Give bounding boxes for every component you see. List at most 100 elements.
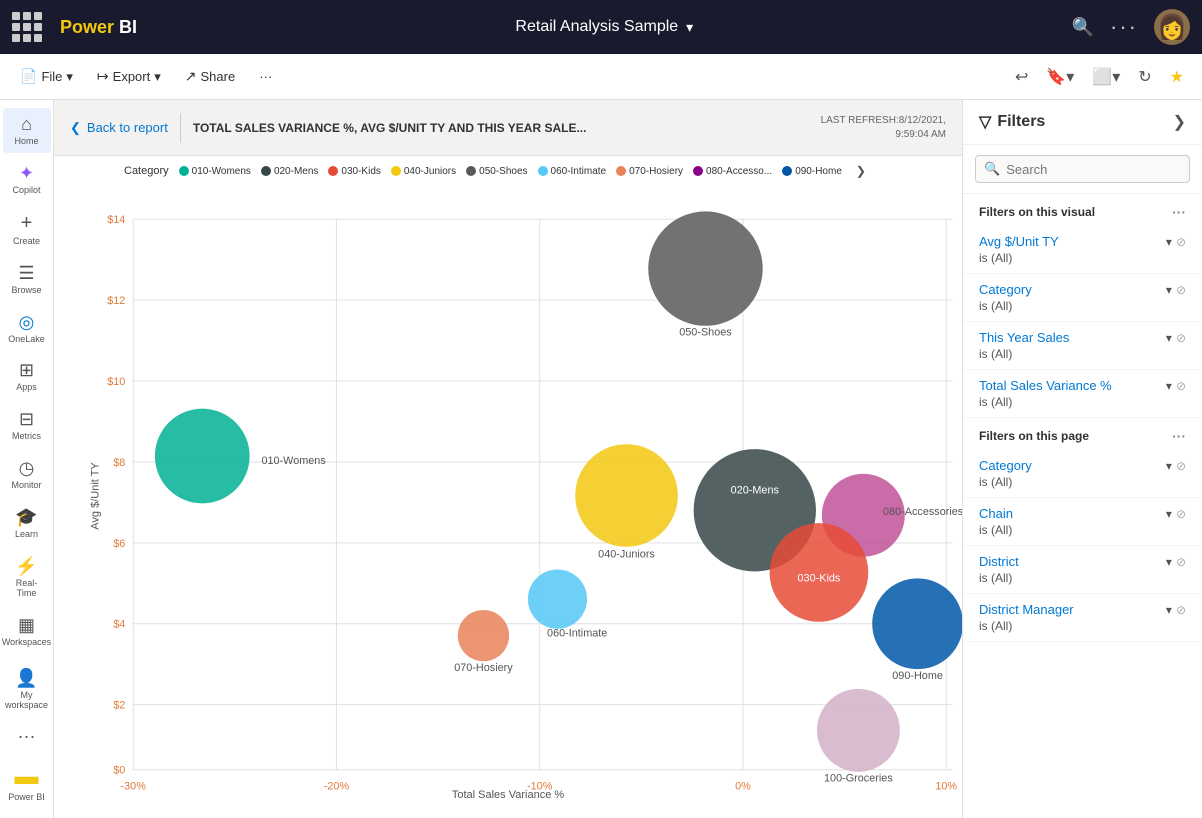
sidebar-item-home[interactable]: ⌂ Home (3, 108, 51, 153)
filter-category-page-clear[interactable]: ⊘ (1176, 459, 1186, 473)
export-button[interactable]: ↦ Export ▾ (89, 64, 169, 89)
search-icon[interactable]: 🔍 (1072, 17, 1094, 38)
sidebar-item-copilot[interactable]: ✦ Copilot (3, 157, 51, 202)
filter-category-page[interactable]: Category ▾ ⊘ is (All) (963, 450, 1202, 498)
svg-text:$8: $8 (113, 457, 125, 469)
more-options-icon[interactable]: ··· (1110, 14, 1138, 40)
filters-expand-icon[interactable]: ❯ (1173, 112, 1186, 132)
filter-category-visual-clear[interactable]: ⊘ (1176, 283, 1186, 297)
view-button[interactable]: ⬜▾ (1086, 63, 1126, 91)
svg-text:010-Womens: 010-Womens (261, 455, 326, 467)
filter-chain-value: is (All) (979, 523, 1186, 537)
bookmark-button[interactable]: 🔖▾ (1040, 63, 1080, 91)
filter-category-visual-chevron[interactable]: ▾ (1166, 283, 1172, 297)
bubble-050-shoes[interactable] (648, 211, 762, 325)
sidebar-item-my-workspace[interactable]: 👤 Myworkspace (3, 662, 51, 717)
legend-dot-070 (616, 166, 626, 176)
filter-district-manager-chevron[interactable]: ▾ (1166, 603, 1172, 617)
bubble-040-juniors[interactable] (575, 444, 678, 547)
svg-text:$6: $6 (113, 538, 125, 550)
filter-avg-unit-ty-value: is (All) (979, 251, 1186, 265)
filter-chain-chevron[interactable]: ▾ (1166, 507, 1172, 521)
sidebar-item-metrics[interactable]: ⊟ Metrics (3, 403, 51, 448)
sidebar-label-create: Create (13, 237, 40, 247)
filter-this-year-sales-chevron[interactable]: ▾ (1166, 331, 1172, 345)
copilot-icon: ✦ (19, 163, 34, 184)
legend-item-030: 030-Kids (328, 166, 380, 177)
filter-district[interactable]: District ▾ ⊘ is (All) (963, 546, 1202, 594)
filter-search-input[interactable] (1006, 162, 1181, 177)
legend-label-020: 020-Mens (274, 166, 318, 177)
filter-total-sales-variance-chevron[interactable]: ▾ (1166, 379, 1172, 393)
filter-this-year-sales[interactable]: This Year Sales ▾ ⊘ is (All) (963, 322, 1202, 370)
filter-district-manager-name: District Manager (979, 602, 1074, 617)
sidebar-item-create[interactable]: + Create (3, 206, 51, 253)
filter-total-sales-variance-name: Total Sales Variance % (979, 378, 1112, 393)
sidebar-item-more[interactable]: ··· (3, 720, 51, 753)
filters-on-visual-more[interactable]: ··· (1172, 204, 1186, 220)
metrics-icon: ⊟ (19, 409, 34, 430)
filter-category-visual[interactable]: Category ▾ ⊘ is (All) (963, 274, 1202, 322)
legend-dot-020 (261, 166, 271, 176)
sidebar-item-powerbi[interactable]: ▬ Power BI (3, 757, 51, 809)
bubble-090-home[interactable] (872, 578, 962, 669)
filter-funnel-icon: ▽ (979, 112, 991, 132)
filter-this-year-sales-clear[interactable]: ⊘ (1176, 331, 1186, 345)
share-button[interactable]: ↗ Share (177, 64, 243, 89)
back-to-report-button[interactable]: ❮ Back to report (70, 120, 168, 136)
favorite-button[interactable]: ★ (1164, 63, 1190, 91)
sidebar-label-browse: Browse (11, 286, 41, 296)
sidebar-item-onelake[interactable]: ◎ OneLake (3, 306, 51, 351)
sidebar-item-apps[interactable]: ⊞ Apps (3, 354, 51, 399)
avatar[interactable]: 👩 (1154, 9, 1190, 45)
legend-dot-050 (466, 166, 476, 176)
sidebar-item-monitor[interactable]: ◷ Monitor (3, 452, 51, 497)
sidebar-item-realtime[interactable]: ⚡ Real-Time (3, 550, 51, 605)
filter-district-chevron[interactable]: ▾ (1166, 555, 1172, 569)
search-box: 🔍 (975, 155, 1190, 183)
filter-avg-unit-ty-chevron[interactable]: ▾ (1166, 235, 1172, 249)
refresh-button[interactable]: ↻ (1132, 63, 1157, 91)
back-chevron-icon: ❮ (70, 120, 81, 136)
filter-category-page-chevron[interactable]: ▾ (1166, 459, 1172, 473)
create-icon: + (21, 212, 33, 235)
filter-chain-clear[interactable]: ⊘ (1176, 507, 1186, 521)
filter-avg-unit-ty-clear[interactable]: ⊘ (1176, 235, 1186, 249)
bubble-100-groceries[interactable] (817, 689, 900, 772)
filter-district-manager-clear[interactable]: ⊘ (1176, 603, 1186, 617)
last-refresh: LAST REFRESH:8/12/2021, 9:59:04 AM (821, 114, 946, 142)
toolbar-more-icon: ··· (259, 69, 272, 84)
filters-on-page-more[interactable]: ··· (1172, 428, 1186, 444)
bubble-070-hosiery[interactable] (458, 610, 509, 661)
undo-button[interactable]: ↩ (1009, 63, 1034, 91)
bubble-010-womens[interactable] (155, 409, 250, 504)
filters-panel: ▽ Filters ❯ 🔍 Filters on this visual ···… (962, 100, 1202, 818)
file-button[interactable]: 📄 File ▾ (12, 64, 81, 89)
filter-total-sales-variance-clear[interactable]: ⊘ (1176, 379, 1186, 393)
sidebar-item-learn[interactable]: 🎓 Learn (3, 501, 51, 546)
sidebar-label-learn: Learn (15, 530, 38, 540)
svg-text:050-Shoes: 050-Shoes (679, 327, 732, 339)
filter-avg-unit-ty[interactable]: Avg $/Unit TY ▾ ⊘ is (All) (963, 226, 1202, 274)
title-chevron[interactable]: ▾ (686, 19, 693, 36)
sidebar-item-browse[interactable]: ☰ Browse (3, 257, 51, 302)
sidebar-item-workspaces[interactable]: ▦ Workspaces (3, 609, 51, 654)
nav-right: 🔍 ··· 👩 (1072, 9, 1190, 45)
last-refresh-date: LAST REFRESH:8/12/2021, (821, 114, 946, 128)
search-magnifier-icon: 🔍 (984, 161, 1000, 177)
filter-avg-unit-ty-name: Avg $/Unit TY (979, 234, 1059, 249)
filter-chain[interactable]: Chain ▾ ⊘ is (All) (963, 498, 1202, 546)
chart-container: Category 010-Womens 020-Mens 030-Kids 04… (54, 156, 962, 818)
filter-district-manager[interactable]: District Manager ▾ ⊘ is (All) (963, 594, 1202, 642)
sidebar-label-copilot: Copilot (12, 186, 40, 196)
legend-dot-080 (693, 166, 703, 176)
more-toolbar-button[interactable]: ··· (251, 65, 280, 88)
legend-chevron[interactable]: ❯ (856, 164, 866, 178)
last-refresh-time: 9:59:04 AM (821, 128, 946, 142)
app-grid-button[interactable] (12, 12, 42, 42)
filter-total-sales-variance[interactable]: Total Sales Variance % ▾ ⊘ is (All) (963, 370, 1202, 418)
bubble-060-intimate[interactable] (528, 570, 587, 629)
filter-district-clear[interactable]: ⊘ (1176, 555, 1186, 569)
legend-label-090: 090-Home (795, 166, 842, 177)
report-title-nav: Retail Analysis Sample (515, 18, 678, 36)
